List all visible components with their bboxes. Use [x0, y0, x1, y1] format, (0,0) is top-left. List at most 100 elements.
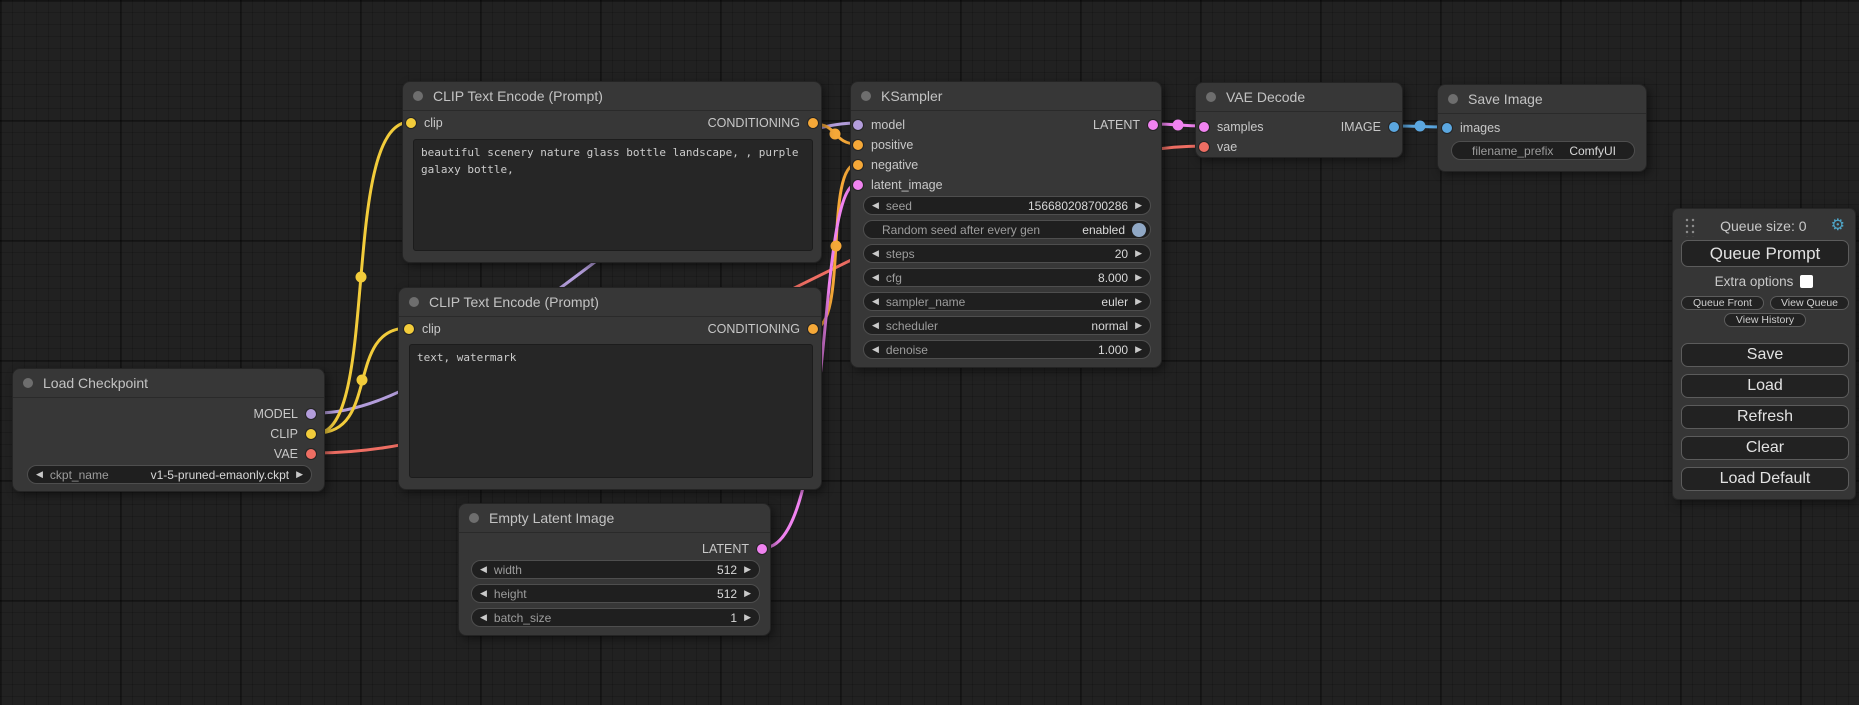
latent-output-port[interactable]: [1148, 120, 1158, 130]
extra-options-label: Extra options: [1715, 274, 1794, 289]
collapse-dot-icon[interactable]: [409, 297, 419, 307]
decrement-arrow-icon[interactable]: ◀: [872, 273, 879, 282]
batch-size-widget[interactable]: ◀ batch_size 1 ▶: [471, 608, 760, 627]
collapse-dot-icon[interactable]: [1206, 92, 1216, 102]
view-queue-button[interactable]: View Queue: [1770, 296, 1849, 310]
widget-label: height: [494, 587, 527, 601]
increment-arrow-icon[interactable]: ▶: [1135, 345, 1142, 354]
node-title: Save Image: [1468, 91, 1543, 107]
save-button[interactable]: Save: [1681, 343, 1849, 367]
decrement-arrow-icon[interactable]: ◀: [872, 345, 879, 354]
widget-label: denoise: [886, 343, 928, 357]
increment-arrow-icon[interactable]: ▶: [296, 470, 303, 479]
clip-input-port[interactable]: [404, 324, 414, 334]
height-widget[interactable]: ◀ height 512 ▶: [471, 584, 760, 603]
increment-arrow-icon[interactable]: ▶: [1135, 273, 1142, 282]
view-history-button[interactable]: View History: [1724, 313, 1806, 327]
toggle-enabled-icon[interactable]: [1132, 223, 1146, 237]
load-default-button[interactable]: Load Default: [1681, 467, 1849, 491]
positive-input-port[interactable]: [853, 140, 863, 150]
node-save-image[interactable]: Save Image images filename_prefix ComfyU…: [1437, 84, 1647, 172]
decrement-arrow-icon[interactable]: ◀: [480, 565, 487, 574]
decrement-arrow-icon[interactable]: ◀: [36, 470, 43, 479]
output-label: LATENT: [1093, 118, 1140, 132]
load-button[interactable]: Load: [1681, 374, 1849, 398]
samples-input-port[interactable]: [1199, 122, 1209, 132]
images-input-port[interactable]: [1442, 123, 1452, 133]
drag-handle-icon[interactable]: [1683, 216, 1696, 237]
link-midpoint-dot: [356, 272, 367, 283]
decrement-arrow-icon[interactable]: ◀: [480, 589, 487, 598]
node-vae-decode[interactable]: VAE Decode samples vae IMAGE: [1195, 82, 1403, 158]
latent-output-port[interactable]: [757, 544, 767, 554]
steps-widget[interactable]: ◀ steps 20 ▶: [863, 244, 1151, 263]
queue-size-label: Queue size: 0: [1696, 218, 1831, 234]
increment-arrow-icon[interactable]: ▶: [744, 589, 751, 598]
width-widget[interactable]: ◀ width 512 ▶: [471, 560, 760, 579]
vae-input-port[interactable]: [1199, 142, 1209, 152]
settings-gear-icon[interactable]: ⚙: [1831, 218, 1845, 234]
model-output-port[interactable]: [306, 409, 316, 419]
queue-prompt-button[interactable]: Queue Prompt: [1681, 240, 1849, 267]
image-output-port[interactable]: [1389, 122, 1399, 132]
increment-arrow-icon[interactable]: ▶: [1135, 249, 1142, 258]
clip-output-port[interactable]: [306, 429, 316, 439]
widget-label: width: [494, 563, 522, 577]
output-slot-image: IMAGE: [1341, 117, 1399, 137]
node-empty-latent-image[interactable]: Empty Latent Image LATENT ◀ width 512 ▶ …: [458, 503, 771, 636]
denoise-widget[interactable]: ◀ denoise 1.000 ▶: [863, 340, 1151, 359]
decrement-arrow-icon[interactable]: ◀: [872, 297, 879, 306]
node-graph-canvas[interactable]: Load Checkpoint MODEL CLIP VAE ◀ ckpt_na…: [0, 0, 1859, 705]
decrement-arrow-icon[interactable]: ◀: [480, 613, 487, 622]
queue-front-button[interactable]: Queue Front: [1681, 296, 1764, 310]
decrement-arrow-icon[interactable]: ◀: [872, 321, 879, 330]
sampler-name-widget[interactable]: ◀ sampler_name euler ▶: [863, 292, 1151, 311]
increment-arrow-icon[interactable]: ▶: [744, 613, 751, 622]
model-input-port[interactable]: [853, 120, 863, 130]
increment-arrow-icon[interactable]: ▶: [744, 565, 751, 574]
node-clip-text-encode-positive[interactable]: CLIP Text Encode (Prompt) clip CONDITION…: [402, 81, 822, 263]
node-load-checkpoint[interactable]: Load Checkpoint MODEL CLIP VAE ◀ ckpt_na…: [12, 368, 325, 492]
extra-options-checkbox[interactable]: [1800, 275, 1813, 288]
conditioning-output-port[interactable]: [808, 324, 818, 334]
node-ksampler[interactable]: KSampler model positive negative latent_…: [850, 81, 1162, 368]
clip-input-port[interactable]: [406, 118, 416, 128]
clear-button[interactable]: Clear: [1681, 436, 1849, 460]
prompt-textarea[interactable]: text, watermark: [409, 344, 813, 478]
collapse-dot-icon[interactable]: [469, 513, 479, 523]
negative-input-port[interactable]: [853, 160, 863, 170]
increment-arrow-icon[interactable]: ▶: [1135, 321, 1142, 330]
collapse-dot-icon[interactable]: [413, 91, 423, 101]
input-slot-model: model: [853, 115, 905, 135]
output-label: CONDITIONING: [708, 322, 800, 336]
decrement-arrow-icon[interactable]: ◀: [872, 201, 879, 210]
widget-value: 156680208700286: [1028, 199, 1128, 213]
seed-widget[interactable]: ◀ seed 156680208700286 ▶: [863, 196, 1151, 215]
collapse-dot-icon[interactable]: [1448, 94, 1458, 104]
vae-output-port[interactable]: [306, 449, 316, 459]
conditioning-output-port[interactable]: [808, 118, 818, 128]
increment-arrow-icon[interactable]: ▶: [1135, 297, 1142, 306]
link-midpoint-dot: [1415, 121, 1426, 132]
widget-label: steps: [886, 247, 915, 261]
output-label: MODEL: [254, 407, 298, 421]
collapse-dot-icon[interactable]: [861, 91, 871, 101]
filename-prefix-widget[interactable]: filename_prefix ComfyUI: [1451, 141, 1635, 160]
scheduler-widget[interactable]: ◀ scheduler normal ▶: [863, 316, 1151, 335]
ckpt-name-widget[interactable]: ◀ ckpt_name v1-5-pruned-emaonly.ckpt ▶: [27, 465, 312, 484]
node-title: Empty Latent Image: [489, 510, 614, 526]
increment-arrow-icon[interactable]: ▶: [1135, 201, 1142, 210]
output-slot-conditioning: CONDITIONING: [708, 113, 818, 133]
collapse-dot-icon[interactable]: [23, 378, 33, 388]
cfg-widget[interactable]: ◀ cfg 8.000 ▶: [863, 268, 1151, 287]
node-clip-text-encode-negative[interactable]: CLIP Text Encode (Prompt) clip CONDITION…: [398, 287, 822, 490]
link-midpoint-dot: [1173, 120, 1184, 131]
random-seed-widget[interactable]: Random seed after every gen enabled: [863, 220, 1151, 239]
latent-image-input-port[interactable]: [853, 180, 863, 190]
widget-label: cfg: [886, 271, 902, 285]
widget-value: normal: [1091, 319, 1128, 333]
prompt-textarea[interactable]: beautiful scenery nature glass bottle la…: [413, 139, 813, 251]
decrement-arrow-icon[interactable]: ◀: [872, 249, 879, 258]
refresh-button[interactable]: Refresh: [1681, 405, 1849, 429]
widget-value: enabled: [1082, 223, 1125, 237]
